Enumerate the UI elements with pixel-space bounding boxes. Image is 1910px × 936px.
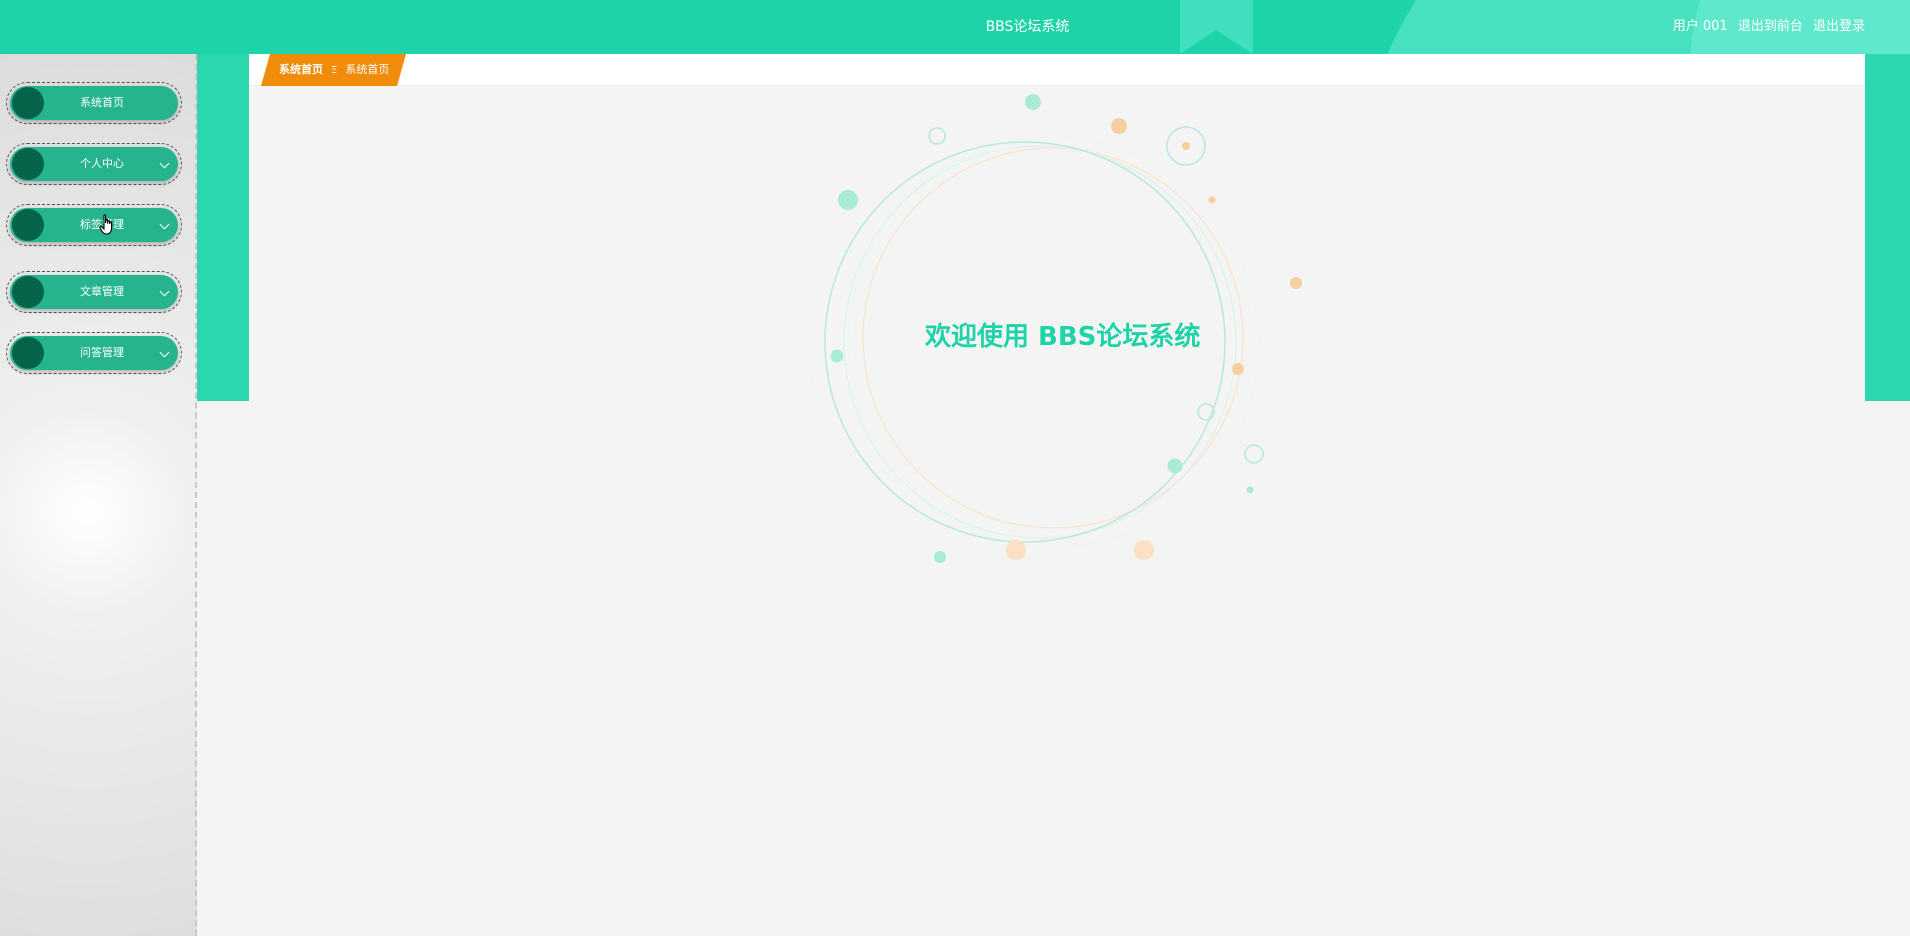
circle-knob-icon [12,209,44,241]
top-header: BBS论坛系统 用户 001 退出到前台 退出登录 [0,0,1910,54]
user-nav: 用户 001 退出到前台 退出登录 [1667,0,1865,54]
sidebar-item-label: 文章管理 [80,285,124,298]
chevron-down-icon [159,219,170,230]
back-to-front-link[interactable]: 退出到前台 [1738,19,1803,34]
circle-knob-icon [12,337,44,369]
sidebar-item-label: 个人中心 [80,157,124,170]
circle-knob-icon [12,148,44,180]
chevron-down-icon [159,158,170,169]
chevron-down-icon [159,347,170,358]
sidebar-item-tag-management[interactable]: 标签管理 [6,204,182,246]
breadcrumb-home-link[interactable]: 系统首页 [279,63,323,76]
sidebar-item-article-management[interactable]: 文章管理 [6,271,182,313]
welcome-message: 欢迎使用 BBS论坛系统 [925,322,1201,352]
sidebar-item-qa-management[interactable]: 问答管理 [6,332,182,374]
sidebar-item-pill[interactable]: 文章管理 [10,275,178,309]
circle-knob-icon [12,87,44,119]
breadcrumb-separator-icon: Ξ [331,65,338,76]
sidebar-item-pill[interactable]: 个人中心 [10,147,178,181]
sidebar-item-pill[interactable]: 问答管理 [10,336,178,370]
sidebar-item-pill[interactable]: 系统首页 [10,86,178,120]
hand-cursor-icon [99,214,113,235]
sidebar-item-home[interactable]: 系统首页 [6,82,182,124]
sidebar-item-label: 问答管理 [80,346,124,359]
sidebar-item-pill[interactable]: 标签管理 [10,208,178,242]
sidebar: 系统首页 个人中心 标签管理 文章管理 问答管理 [0,54,197,936]
breadcrumb-current: 系统首页 [345,63,390,76]
sidebar-item-label: 系统首页 [80,96,124,109]
logout-link[interactable]: 退出登录 [1813,19,1865,34]
app-title: BBS论坛系统 [985,19,1070,35]
current-user: 用户 001 [1672,19,1728,34]
breadcrumb: 系统首页 Ξ 系统首页 [261,54,406,86]
sidebar-item-personal-center[interactable]: 个人中心 [6,143,182,185]
breadcrumb-bar: 系统首页 Ξ 系统首页 [249,54,1865,86]
circle-knob-icon [12,276,44,308]
chevron-down-icon [159,286,170,297]
